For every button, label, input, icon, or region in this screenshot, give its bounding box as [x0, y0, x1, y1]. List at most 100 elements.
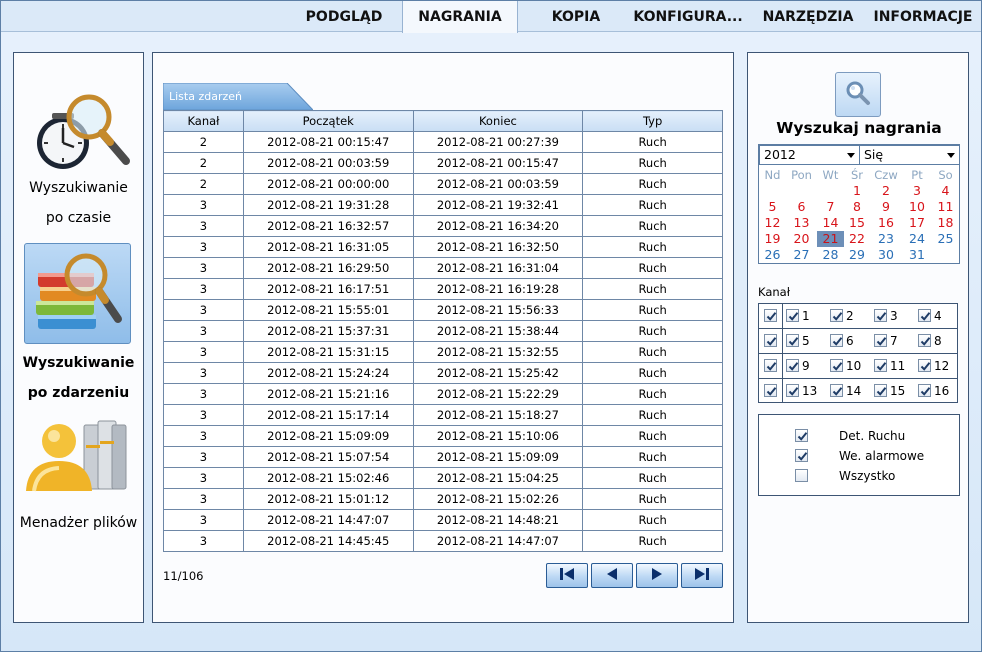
table-row[interactable]: 3 2012-08-21 14:47:07 2012-08-21 14:48:21 R…	[163, 509, 723, 531]
column-header-kanal[interactable]: Kanał	[163, 110, 244, 132]
calendar-day[interactable]: 3	[902, 183, 932, 199]
calendar-day[interactable]: 25	[932, 231, 959, 247]
calendar-day[interactable]: 11	[932, 199, 959, 215]
channel-checkbox[interactable]	[786, 309, 799, 322]
table-row[interactable]: 3 2012-08-21 16:32:57 2012-08-21 16:34:20 R…	[163, 215, 723, 237]
table-row[interactable]: 3 2012-08-21 15:17:14 2012-08-21 15:18:27 R…	[163, 404, 723, 426]
tab-narzedzia[interactable]: NARZĘDZIA	[758, 1, 858, 32]
channel-number: 7	[890, 334, 898, 348]
tab-informacje[interactable]: INFORMACJE	[867, 1, 979, 32]
table-row[interactable]: 3 2012-08-21 15:31:15 2012-08-21 15:32:55 R…	[163, 341, 723, 363]
calendar-day[interactable]: 26	[759, 247, 786, 263]
calendar-day[interactable]: 6	[786, 199, 817, 215]
channel-checkbox[interactable]	[786, 334, 799, 347]
calendar-day[interactable]: 27	[786, 247, 817, 263]
table-row[interactable]: 3 2012-08-21 15:07:54 2012-08-21 15:09:09 R…	[163, 446, 723, 468]
channel-row-select-all-checkbox[interactable]	[764, 334, 777, 347]
channel-checkbox[interactable]	[786, 384, 799, 397]
tab-podglad[interactable]: PODGLĄD	[293, 1, 395, 32]
event-type-checkbox[interactable]	[795, 469, 808, 482]
prev-page-button[interactable]	[591, 563, 633, 588]
channel-checkbox[interactable]	[830, 309, 843, 322]
year-select[interactable]: 2012	[759, 145, 860, 165]
cell-koniec: 2012-08-21 16:31:04	[412, 257, 584, 279]
channel-row-select-all-checkbox[interactable]	[764, 309, 777, 322]
channel-checkbox[interactable]	[830, 334, 843, 347]
channel-checkbox[interactable]	[874, 334, 887, 347]
calendar-day[interactable]: 4	[932, 183, 959, 199]
last-page-button[interactable]	[681, 563, 723, 588]
channel-checkbox[interactable]	[918, 334, 931, 347]
channel-row-select-all-checkbox[interactable]	[764, 384, 777, 397]
calendar-day[interactable]: 28	[817, 247, 844, 263]
channel-checkbox[interactable]	[786, 359, 799, 372]
calendar-day[interactable]: 24	[902, 231, 932, 247]
calendar-day[interactable]: 12	[759, 215, 786, 231]
table-row[interactable]: 3 2012-08-21 15:09:09 2012-08-21 15:10:06 R…	[163, 425, 723, 447]
user-folder-icon	[14, 411, 143, 501]
calendar-day[interactable]: 2	[870, 183, 902, 199]
calendar-day[interactable]: 7	[817, 199, 844, 215]
sidebar-item-time-search[interactable]: Wyszukiwanie po czasie	[14, 83, 143, 233]
table-row[interactable]: 3 2012-08-21 15:21:16 2012-08-21 15:22:29 R…	[163, 383, 723, 405]
calendar-day[interactable]: 20	[786, 231, 817, 247]
tab-nagrania[interactable]: NAGRANIA	[402, 1, 518, 33]
table-row[interactable]: 3 2012-08-21 16:17:51 2012-08-21 16:19:28 R…	[163, 278, 723, 300]
first-page-button[interactable]	[546, 563, 588, 588]
table-row[interactable]: 3 2012-08-21 14:45:45 2012-08-21 14:47:07 R…	[163, 530, 723, 552]
calendar-day[interactable]: 16	[870, 215, 902, 231]
channel-checkbox[interactable]	[918, 309, 931, 322]
calendar-day[interactable]: 18	[932, 215, 959, 231]
column-header-koniec[interactable]: Koniec	[412, 110, 584, 132]
calendar-day[interactable]: 9	[870, 199, 902, 215]
column-header-typ[interactable]: Typ	[582, 110, 723, 132]
channel-checkbox[interactable]	[918, 384, 931, 397]
table-row[interactable]: 3 2012-08-21 15:55:01 2012-08-21 15:56:33 R…	[163, 299, 723, 321]
channel-row-select-all-checkbox[interactable]	[764, 359, 777, 372]
channel-checkbox[interactable]	[918, 359, 931, 372]
calendar-day[interactable]: 19	[759, 231, 786, 247]
tab-lista-zdarzen[interactable]: Lista zdarzeń	[163, 83, 313, 110]
tab-kopia[interactable]: KOPIA	[535, 1, 617, 32]
calendar-day[interactable]: 13	[786, 215, 817, 231]
calendar-day[interactable]: 15	[844, 215, 870, 231]
channel-checkbox[interactable]	[830, 359, 843, 372]
event-type-checkbox[interactable]	[795, 449, 808, 462]
tab-konfiguracja[interactable]: KONFIGURA...	[628, 1, 748, 32]
channel-number: 10	[846, 359, 862, 373]
channel-checkbox[interactable]	[874, 359, 887, 372]
table-row[interactable]: 3 2012-08-21 15:02:46 2012-08-21 15:04:25 R…	[163, 467, 723, 489]
table-row[interactable]: 3 2012-08-21 19:31:28 2012-08-21 19:32:41 R…	[163, 194, 723, 216]
channel-checkbox[interactable]	[874, 384, 887, 397]
table-row[interactable]: 2 2012-08-21 00:03:59 2012-08-21 00:15:47 R…	[163, 152, 723, 174]
next-page-button[interactable]	[636, 563, 678, 588]
calendar-day[interactable]: 29	[844, 247, 870, 263]
month-select[interactable]: Się	[859, 145, 960, 165]
calendar-day[interactable]: 30	[870, 247, 902, 263]
channel-checkbox[interactable]	[830, 384, 843, 397]
table-row[interactable]: 2 2012-08-21 00:15:47 2012-08-21 00:27:39 R…	[163, 131, 723, 153]
calendar-day[interactable]: 23	[870, 231, 902, 247]
calendar-day[interactable]: 31	[902, 247, 932, 263]
table-row[interactable]: 3 2012-08-21 15:01:12 2012-08-21 15:02:26 R…	[163, 488, 723, 510]
sidebar-item-file-manager[interactable]: Menadżer plików	[14, 411, 143, 538]
calendar-day[interactable]: 1	[844, 183, 870, 199]
cell-koniec: 2012-08-21 15:02:26	[412, 488, 584, 510]
calendar-day[interactable]: 5	[759, 199, 786, 215]
calendar-day[interactable]: 10	[902, 199, 932, 215]
calendar-day[interactable]: 8	[844, 199, 870, 215]
table-row[interactable]: 2 2012-08-21 00:00:00 2012-08-21 00:03:59 R…	[163, 173, 723, 195]
calendar-day[interactable]: 17	[902, 215, 932, 231]
calendar-day[interactable]: 22	[844, 231, 870, 247]
table-row[interactable]: 3 2012-08-21 15:24:24 2012-08-21 15:25:42 R…	[163, 362, 723, 384]
event-type-checkbox[interactable]	[795, 429, 808, 442]
table-row[interactable]: 3 2012-08-21 15:37:31 2012-08-21 15:38:44 R…	[163, 320, 723, 342]
table-row[interactable]: 3 2012-08-21 16:29:50 2012-08-21 16:31:04 R…	[163, 257, 723, 279]
sidebar-item-event-search[interactable]: Wyszukiwanie po zdarzeniu	[14, 245, 143, 408]
calendar-day[interactable]: 14	[817, 215, 844, 231]
column-header-poczatek[interactable]: Początek	[242, 110, 414, 132]
channel-checkbox[interactable]	[874, 309, 887, 322]
table-row[interactable]: 3 2012-08-21 16:31:05 2012-08-21 16:32:50 R…	[163, 236, 723, 258]
calendar-day-selected[interactable]: 21	[817, 231, 844, 247]
search-button[interactable]	[835, 72, 881, 117]
